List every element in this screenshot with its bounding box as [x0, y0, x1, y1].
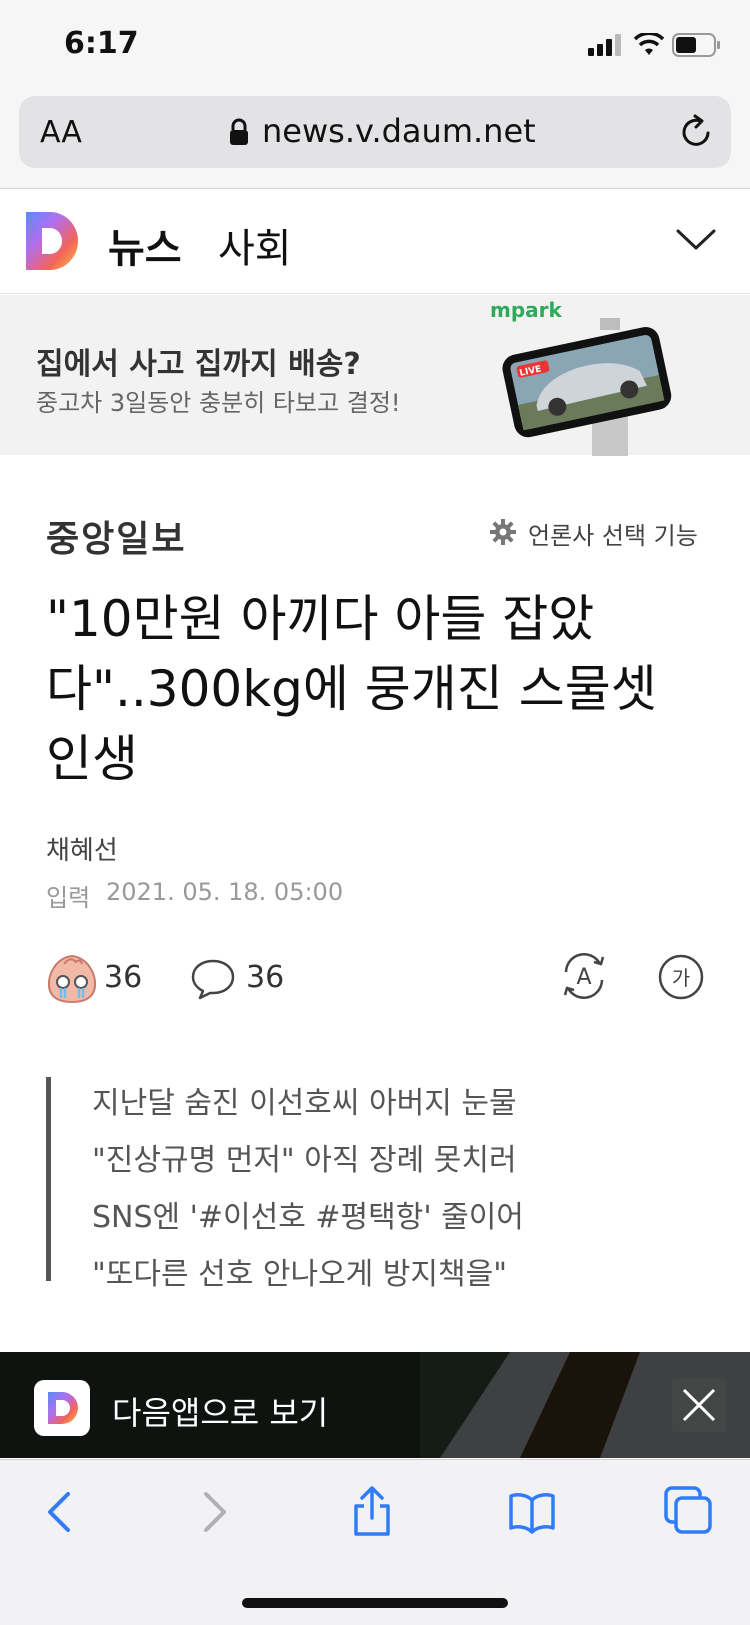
date-label: 입력 — [46, 884, 91, 912]
text-size-label: AA — [40, 115, 82, 150]
summary-line: 지난달 숨진 이선호씨 아버지 눈물 — [92, 1086, 517, 1121]
ad-title[interactable]: 집에서 사고 집까지 배송? — [36, 339, 361, 383]
close-banner-button[interactable] — [672, 1378, 726, 1432]
home-indicator — [242, 1598, 508, 1608]
headline-line: 다"..300kg에 뭉개진 스물셋 — [46, 660, 657, 718]
ad-subtitle[interactable]: 중고차 3일동안 충분히 타보고 결정! — [36, 383, 401, 418]
phone-car-ad-image: LIVE — [502, 318, 672, 456]
summary-line: SNS엔 '#이선호 #평택항' 줄이어 — [92, 1200, 524, 1235]
cellular-signal-icon — [588, 34, 621, 56]
reaction-count[interactable]: 36 — [104, 960, 142, 995]
url-text[interactable]: news.v.daum.net — [262, 112, 536, 150]
headline-line: 인생 — [46, 730, 138, 788]
daum-logo-icon[interactable] — [26, 212, 82, 270]
reload-icon[interactable] — [678, 114, 714, 150]
crying-emoji-reaction-icon[interactable] — [46, 954, 98, 1004]
comment-icon[interactable] — [190, 958, 236, 1000]
font-size-icon[interactable]: 가 — [658, 954, 704, 1000]
text-size-button[interactable]: AA — [40, 115, 82, 150]
daum-app-icon[interactable] — [34, 1380, 90, 1436]
status-time: 6:17 — [64, 26, 139, 61]
wifi-icon — [634, 33, 664, 55]
forward-icon[interactable] — [200, 1492, 230, 1532]
article-author: 채혜선 — [46, 836, 118, 866]
bookmarks-icon[interactable] — [508, 1490, 556, 1534]
category-label[interactable]: 사회 — [218, 216, 292, 274]
news-section-title[interactable]: 뉴스 — [108, 216, 182, 274]
font-size-icon-label: 가 — [672, 966, 690, 990]
close-icon — [682, 1388, 716, 1422]
article-date: 2021. 05. 18. 05:00 — [106, 878, 344, 906]
publisher-select-button[interactable]: 언론사 선택 기능 — [528, 516, 698, 551]
share-icon[interactable] — [350, 1484, 394, 1538]
chevron-down-icon[interactable] — [676, 228, 716, 252]
publisher-logo[interactable]: 중앙일보 — [46, 510, 186, 562]
article-headline: "10만원 아끼다 아들 잡았 다"..300kg에 뭉개진 스물셋 인생 — [46, 584, 686, 794]
tabs-icon[interactable] — [664, 1486, 714, 1536]
translate-icon[interactable]: A — [558, 952, 610, 1000]
back-icon[interactable] — [44, 1492, 74, 1532]
comment-count[interactable]: 36 — [246, 960, 284, 995]
headline-line: "10만원 아끼다 아들 잡았 — [46, 590, 595, 648]
open-in-app-text[interactable]: 다음앱으로 보기 — [112, 1388, 328, 1434]
gear-icon[interactable] — [490, 519, 516, 545]
summary-line: "진상규명 먼저" 아직 장례 못치러 — [92, 1143, 517, 1178]
battery-icon — [672, 33, 720, 57]
summary-quote-bar — [46, 1077, 51, 1281]
translate-icon-letter: A — [576, 965, 591, 990]
lock-icon — [230, 118, 248, 145]
summary-line: "또다른 선호 안나오게 방지책을" — [92, 1257, 508, 1292]
